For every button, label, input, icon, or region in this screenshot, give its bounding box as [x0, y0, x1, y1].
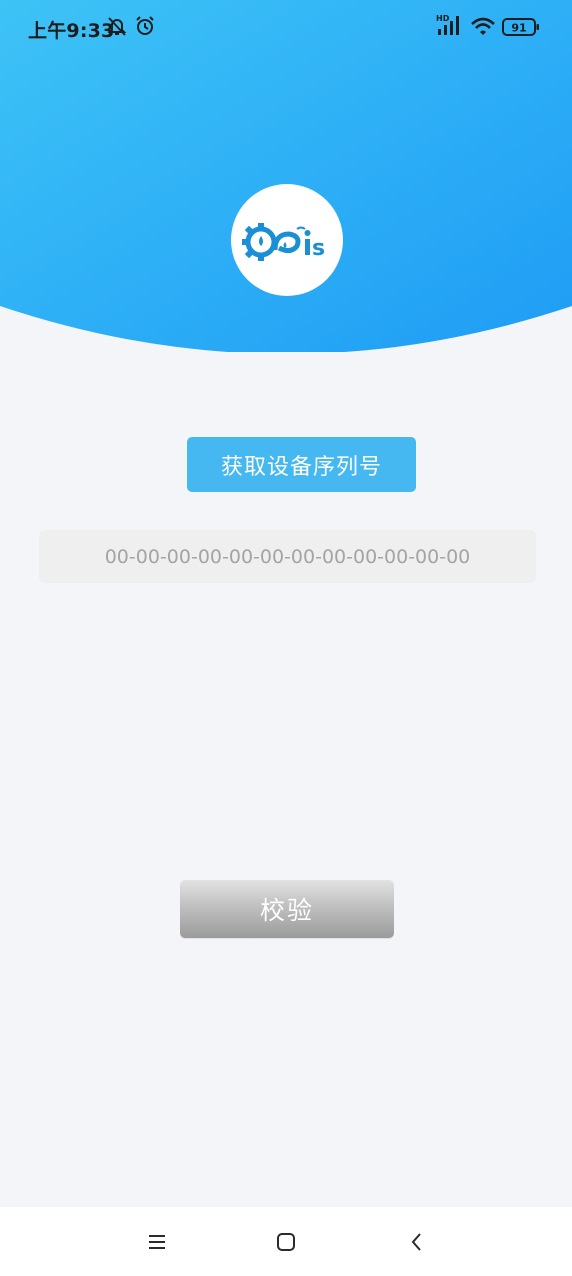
serial-number-field[interactable] — [39, 530, 536, 583]
status-bar: 上午9:33 HD 91 — [0, 0, 572, 58]
alarm-off-icon — [106, 15, 128, 42]
verify-button[interactable]: 校验 — [180, 880, 394, 938]
app-logo: s — [231, 184, 343, 296]
alarm-clock-icon — [134, 15, 156, 42]
battery-level: 91 — [511, 22, 526, 35]
header-banner: 上午9:33 HD 91 s — [0, 0, 572, 352]
get-serial-button[interactable]: 获取设备序列号 — [187, 437, 416, 492]
battery-icon: 91 — [502, 18, 540, 41]
back-icon[interactable] — [402, 1227, 432, 1257]
menu-icon[interactable] — [142, 1227, 172, 1257]
network-type-label: HD — [436, 14, 450, 23]
svg-text:s: s — [312, 236, 325, 261]
home-icon[interactable] — [271, 1227, 301, 1257]
status-time: 上午9:33 — [28, 20, 115, 42]
gear-icon — [242, 223, 277, 261]
wifi-icon — [470, 16, 496, 43]
signal-icon: HD — [436, 13, 464, 42]
navigation-bar — [0, 1207, 572, 1276]
